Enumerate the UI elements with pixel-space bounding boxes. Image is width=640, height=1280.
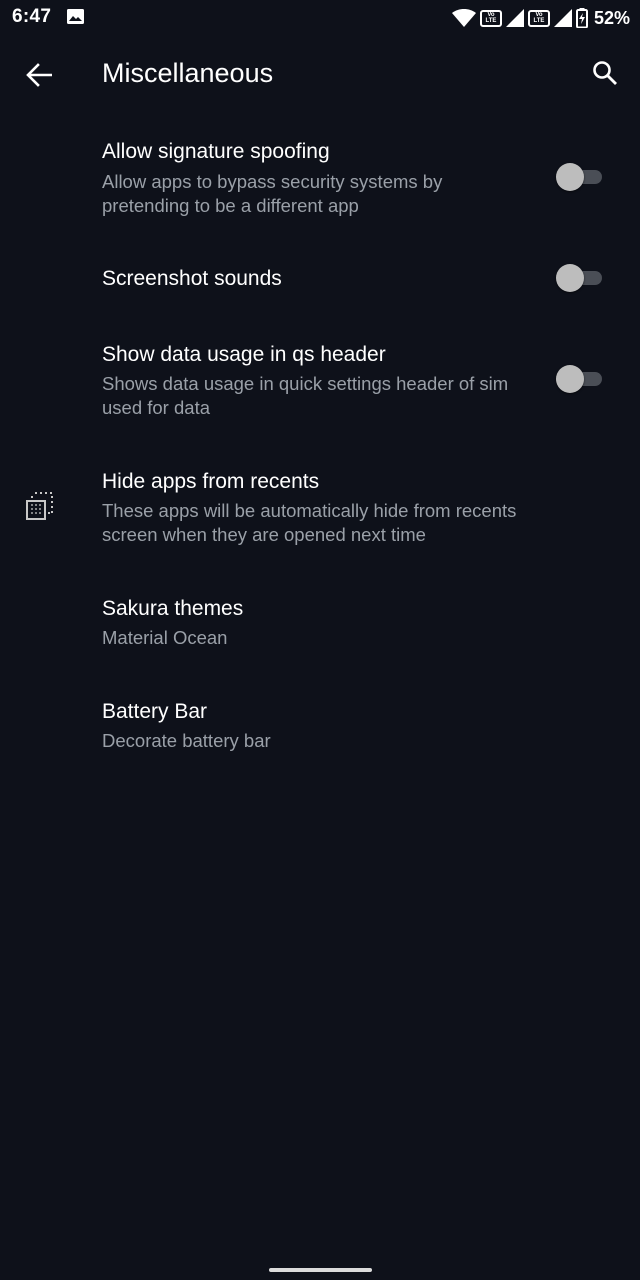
- switch-thumb: [556, 163, 584, 191]
- back-button[interactable]: [20, 56, 58, 94]
- status-time: 6:47: [12, 6, 52, 27]
- pref-signature-spoofing[interactable]: Allow signature spoofing Allow apps to b…: [0, 124, 640, 232]
- pref-summary: These apps will be automatically hide fr…: [102, 500, 517, 545]
- pref-summary: Decorate battery bar: [102, 730, 271, 751]
- arrow-back-icon: [26, 63, 52, 87]
- pref-summary: Material Ocean: [102, 627, 228, 648]
- pref-title: Battery Bar: [102, 700, 208, 723]
- page-title: Miscellaneous: [102, 58, 274, 88]
- pref-battery-bar[interactable]: Battery Bar Decorate battery bar: [0, 678, 640, 782]
- status-bar: 6:47 Vo LTE Vo LTE 52%: [0, 0, 640, 36]
- pref-title: Show data usage in qs header: [102, 343, 386, 366]
- pref-hide-apps-from-recents[interactable]: Hide apps from recents These apps will b…: [0, 450, 640, 574]
- pref-summary: Shows data usage in quick settings heade…: [102, 373, 509, 418]
- settings-screen: 6:47 Vo LTE Vo LTE 52% Miscellaneous All…: [0, 0, 640, 1280]
- switch-thumb: [556, 264, 584, 292]
- pref-sakura-themes[interactable]: Sakura themes Material Ocean: [0, 574, 640, 678]
- battery-charging-icon: [575, 8, 588, 28]
- pref-title: Hide apps from recents: [102, 470, 320, 493]
- pref-summary: Allow apps to bypass security systems by…: [102, 171, 443, 216]
- switch-thumb: [556, 365, 584, 393]
- volte-icon: Vo LTE: [527, 9, 550, 27]
- signal-icon: [553, 9, 572, 27]
- data-usage-switch[interactable]: [556, 365, 602, 393]
- pref-title: Screenshot sounds: [102, 267, 282, 290]
- screenshot-sounds-switch[interactable]: [556, 264, 602, 292]
- status-icons: Vo LTE Vo LTE 52%: [448, 6, 630, 30]
- recents-stack-icon: [26, 492, 53, 520]
- wifi-icon: [451, 9, 476, 27]
- pref-screenshot-sounds[interactable]: Screenshot sounds: [0, 232, 640, 324]
- volte-icon: Vo LTE: [479, 9, 502, 27]
- pref-data-usage-qs-header[interactable]: Show data usage in qs header Shows data …: [0, 324, 640, 448]
- search-icon: [593, 61, 617, 85]
- app-bar: Miscellaneous: [0, 36, 640, 114]
- signature-spoofing-switch[interactable]: [556, 163, 602, 191]
- pref-title: Sakura themes: [102, 597, 244, 620]
- pref-title: Allow signature spoofing: [102, 140, 330, 163]
- gallery-icon: [67, 9, 84, 24]
- battery-percent: 52%: [593, 7, 630, 28]
- search-button[interactable]: [586, 54, 624, 92]
- gesture-nav-handle[interactable]: [269, 1268, 372, 1272]
- signal-icon: [505, 9, 524, 27]
